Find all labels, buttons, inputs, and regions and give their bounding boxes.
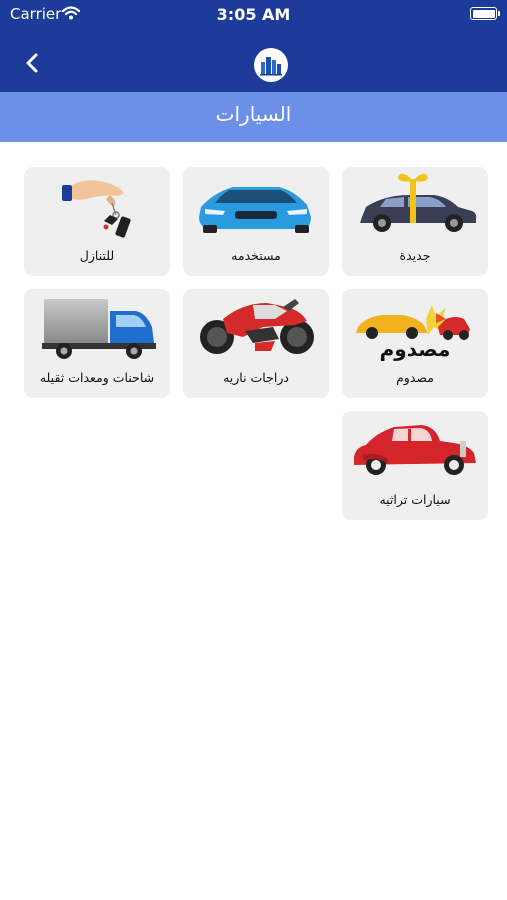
category-label: جديدة [399, 248, 431, 263]
status-time: 3:05 AM [216, 5, 291, 24]
new-car-gift-icon [360, 173, 477, 232]
truck-icon [42, 299, 156, 359]
category-card-trucks[interactable]: شاحنات ومعدات ثقيله [24, 289, 170, 398]
category-label: دراجات ناريه [223, 370, 289, 385]
category-card-transfer[interactable]: للتنازل [24, 167, 170, 276]
category-label: للتنازل [79, 248, 115, 263]
crashed-image-text: مصدوم [380, 337, 451, 361]
battery-icon [470, 7, 500, 20]
category-label: مستخدمه [231, 248, 281, 263]
category-label: مصدوم [396, 370, 434, 385]
classic-car-icon [354, 425, 476, 475]
category-card-classic[interactable]: سيارات تراثيه [342, 411, 488, 520]
category-card-crashed[interactable]: مصدوم مصدوم [342, 289, 488, 398]
page-title: السيارات [215, 102, 292, 126]
motorcycle-icon [200, 299, 314, 354]
car-keys-icon [62, 180, 131, 238]
category-card-new[interactable]: جديدة [342, 167, 488, 276]
title-bar: السيارات [0, 92, 507, 142]
crashed-cars-icon: مصدوم [356, 305, 470, 361]
app-header: Carrier 3:05 AM [0, 0, 507, 92]
used-car-icon [199, 187, 311, 233]
chevron-left-icon[interactable] [20, 50, 46, 76]
category-card-used[interactable]: مستخدمه [183, 167, 329, 276]
category-card-motorcycles[interactable]: دراجات ناريه [183, 289, 329, 398]
city-buildings-logo [254, 48, 288, 82]
category-label: شاحنات ومعدات ثقيله [39, 370, 155, 385]
category-label: سيارات تراثيه [379, 492, 451, 507]
status-bar: Carrier 3:05 AM [0, 0, 507, 30]
